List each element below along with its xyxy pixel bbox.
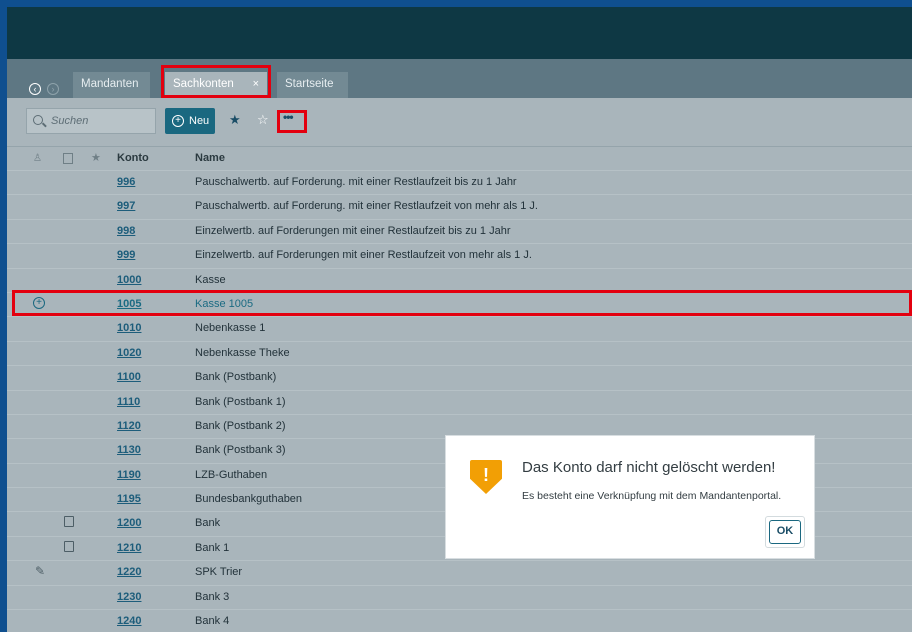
- account-name: LZB-Guthaben: [195, 468, 268, 481]
- table-row[interactable]: ✎ 1220 SPK Trier: [7, 560, 912, 584]
- tab-startseite[interactable]: Startseite: [277, 72, 348, 98]
- konto-link[interactable]: 1200: [117, 517, 141, 529]
- add-circle-icon[interactable]: +: [33, 296, 45, 309]
- user-icon: ♙: [33, 153, 42, 164]
- search-icon: [33, 115, 43, 125]
- account-name: Bank (Postbank 3): [195, 444, 286, 457]
- new-button-label: Neu: [189, 115, 210, 127]
- header-konto[interactable]: Konto: [117, 152, 149, 164]
- table-row[interactable]: 1240 Bank 4: [7, 609, 912, 632]
- konto-link[interactable]: 1210: [117, 542, 141, 554]
- search-placeholder: Suchen: [51, 115, 89, 127]
- tab-sachkonten[interactable]: Sachkonten ×: [165, 72, 267, 98]
- tab-label: Startseite: [285, 78, 334, 90]
- search-input[interactable]: Suchen: [26, 108, 156, 134]
- account-name: Bank 1: [195, 541, 230, 554]
- konto-link[interactable]: 1130: [117, 444, 141, 456]
- konto-link[interactable]: 1195: [117, 493, 141, 505]
- konto-link[interactable]: 1230: [117, 591, 141, 603]
- tab-label: Mandanten: [81, 78, 139, 90]
- account-name: Bank (Postbank): [195, 371, 277, 384]
- toolbar: Suchen + Neu ★ ☆ •••: [7, 98, 912, 146]
- pencil-icon[interactable]: ✎: [34, 565, 46, 577]
- konto-link[interactable]: 1240: [117, 615, 141, 627]
- account-name: Kasse 1005: [195, 297, 254, 310]
- back-icon[interactable]: ‹: [29, 83, 41, 95]
- forward-icon[interactable]: ›: [47, 83, 59, 95]
- account-name: Einzelwertb. auf Forderungen mit einer R…: [195, 224, 511, 237]
- account-name: Kasse: [195, 273, 226, 286]
- table-row[interactable]: 1230 Bank 3: [7, 584, 912, 609]
- konto-link[interactable]: 1220: [117, 566, 141, 578]
- account-name: Nebenkasse Theke: [195, 346, 290, 359]
- tab-strip: ‹ › Mandanten Sachkonten × Startseite: [7, 59, 912, 98]
- more-options-button[interactable]: •••: [283, 111, 297, 123]
- plus-circle-icon: +: [172, 115, 184, 127]
- star-filled-icon[interactable]: ★: [229, 113, 241, 126]
- account-name: Bank (Postbank 2): [195, 419, 286, 432]
- konto-link[interactable]: 1100: [117, 371, 141, 383]
- table-row[interactable]: 998 Einzelwertb. auf Forderungen mit ein…: [7, 218, 912, 243]
- konto-link[interactable]: 1020: [117, 347, 141, 359]
- header-name[interactable]: Name: [195, 152, 225, 164]
- account-name: Bank 4: [195, 615, 230, 628]
- table-row[interactable]: 997 Pauschalwertb. auf Forderung. mit ei…: [7, 194, 912, 218]
- dialog-title: Das Konto darf nicht gelöscht werden!: [522, 459, 776, 476]
- table-row-selected[interactable]: + 1005 Kasse 1005: [7, 291, 912, 316]
- document-icon: [63, 153, 73, 164]
- table-row[interactable]: 1100 Bank (Postbank): [7, 365, 912, 389]
- konto-link[interactable]: 996: [117, 176, 135, 188]
- table-row[interactable]: 999 Einzelwertb. auf Forderungen mit ein…: [7, 243, 912, 267]
- tab-mandanten[interactable]: Mandanten: [73, 72, 150, 98]
- account-name: Pauschalwertb. auf Forderung. mit einer …: [195, 176, 517, 188]
- table-row[interactable]: 1020 Nebenkasse Theke: [7, 340, 912, 365]
- konto-link[interactable]: 997: [117, 200, 135, 212]
- ok-button[interactable]: OK: [769, 520, 801, 544]
- tab-label: Sachkonten: [173, 78, 234, 90]
- konto-link[interactable]: 1120: [117, 420, 141, 432]
- dialog-message: Es besteht eine Verknüpfung mit dem Mand…: [522, 490, 782, 502]
- account-name: Bank 3: [195, 590, 230, 603]
- document-icon: [64, 540, 74, 552]
- konto-link[interactable]: 1190: [117, 469, 141, 481]
- star-icon: ★: [91, 152, 101, 164]
- konto-link[interactable]: 1000: [117, 274, 141, 286]
- table-row[interactable]: 1110 Bank (Postbank 1): [7, 389, 912, 414]
- close-icon[interactable]: ×: [253, 72, 259, 96]
- account-name: Bundesbankguthaben: [195, 493, 303, 506]
- star-outline-icon[interactable]: ☆: [257, 113, 269, 126]
- warning-shield-icon: !: [470, 460, 502, 494]
- account-name: Pauschalwertb. auf Forderung. mit einer …: [195, 200, 538, 213]
- application-frame: ‹ › Mandanten Sachkonten × Startseite Su…: [7, 7, 912, 632]
- account-name: Nebenkasse 1: [195, 322, 266, 335]
- error-dialog: ! Das Konto darf nicht gelöscht werden! …: [445, 435, 815, 559]
- konto-link[interactable]: 998: [117, 225, 135, 237]
- top-bar: [7, 7, 912, 59]
- account-name: SPK Trier: [195, 566, 243, 579]
- table-row[interactable]: 1000 Kasse: [7, 267, 912, 292]
- account-name: Bank (Postbank 1): [195, 395, 286, 408]
- account-name: Einzelwertb. auf Forderungen mit einer R…: [195, 249, 532, 262]
- new-button[interactable]: + Neu: [165, 108, 215, 134]
- table-row[interactable]: 996 Pauschalwertb. auf Forderung. mit ei…: [7, 170, 912, 194]
- account-name: Bank: [195, 517, 221, 530]
- table-header: ♙ ★ Konto Name: [7, 146, 912, 170]
- konto-link[interactable]: 999: [117, 249, 135, 261]
- table-row[interactable]: 1010 Nebenkasse 1: [7, 316, 912, 340]
- konto-link[interactable]: 1010: [117, 322, 141, 334]
- konto-link[interactable]: 1005: [117, 298, 141, 310]
- document-icon: [64, 516, 74, 528]
- account-table: 996 Pauschalwertb. auf Forderung. mit ei…: [7, 170, 912, 632]
- konto-link[interactable]: 1110: [117, 396, 140, 408]
- app-window: ‹ › Mandanten Sachkonten × Startseite Su…: [0, 0, 912, 632]
